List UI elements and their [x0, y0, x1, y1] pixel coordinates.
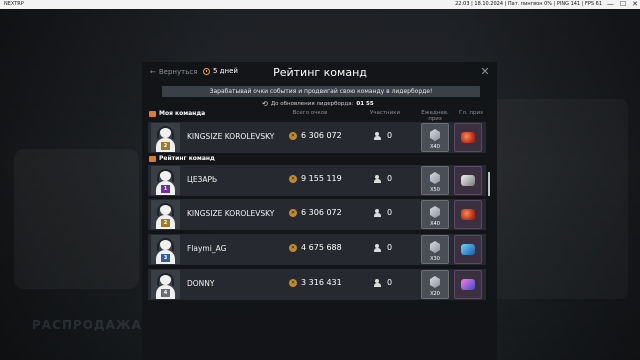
avatar: 2 — [151, 200, 180, 229]
team-members: 0 — [374, 243, 392, 252]
team-members: 0 — [374, 278, 392, 287]
daily-prize[interactable]: X20 — [421, 270, 449, 299]
main-prize[interactable] — [454, 270, 482, 299]
window-titlebar: NEXTRP 22:03 | 18.10.2024 | Пат. пингвон… — [0, 0, 640, 9]
timer-label: 5 дней — [213, 67, 238, 75]
column-main-prize: Гл. приз — [459, 110, 483, 116]
avatar: 1 — [151, 166, 180, 195]
table-row[interactable]: 1 ЦЕЗАРЬ ✕ 9 155 119 0 X50 — [148, 165, 486, 196]
column-members: Участники — [369, 110, 401, 116]
avatar: 2 — [151, 123, 180, 152]
members-icon — [374, 174, 384, 183]
status-text: 22:03 | 18.10.2024 | Пат. пингвон 0% | P… — [455, 1, 602, 7]
team-members: 0 — [374, 208, 392, 217]
points-coin-icon: ✕ — [289, 243, 297, 252]
main-prize[interactable] — [454, 200, 482, 229]
refresh-icon: ⟲ — [262, 100, 268, 108]
crystal-icon — [430, 206, 440, 218]
team-points: ✕ 6 306 072 — [289, 131, 342, 140]
red-gem-icon — [461, 132, 475, 143]
refresh-label: До обновления лидерборда: — [270, 101, 354, 107]
clock-icon — [203, 67, 210, 75]
arrow-left-icon: ← — [150, 68, 156, 76]
daily-prize[interactable]: X40 — [421, 200, 449, 229]
info-banner: Зарабатывай очки события и продвигай сво… — [162, 86, 480, 97]
table-row[interactable]: 4 DONNY ✕ 3 316 431 0 X20 — [148, 269, 486, 300]
team-points: ✕ 4 675 688 — [289, 243, 342, 252]
crystal-icon — [430, 241, 440, 253]
team-points: ✕ 6 306 072 — [289, 208, 342, 217]
page-title: Рейтинг команд — [273, 66, 367, 79]
rating-section: Рейтинг команд — [149, 155, 215, 162]
main-prize[interactable] — [454, 123, 482, 152]
table-row[interactable]: 2 KINGSIZE KOROLEVSKY ✕ 6 306 072 0 X40 — [148, 199, 486, 230]
members-icon — [374, 243, 384, 252]
crystal-icon — [430, 276, 440, 288]
daily-prize[interactable]: X50 — [421, 166, 449, 195]
column-daily-prize: Ежеднев. приз — [421, 110, 449, 122]
minimize-button[interactable]: — — [607, 0, 614, 9]
refresh-value: 01 55 — [356, 101, 374, 107]
members-icon — [374, 131, 384, 140]
red-gem-icon — [461, 209, 475, 220]
members-icon — [374, 208, 384, 217]
team-members: 0 — [374, 131, 392, 140]
my-team-row[interactable]: 2 KINGSIZE KOROLEVSKY ✕ 6 306 072 0 X40 — [148, 122, 486, 153]
table-row[interactable]: 3 Flaymi_AG ✕ 4 675 688 0 X30 — [148, 234, 486, 265]
rank-badge: 3 — [161, 254, 170, 262]
refresh-timer: ⟲ До обновления лидерборда: 01 55 — [262, 100, 374, 108]
members-icon — [374, 278, 384, 287]
scrollbar[interactable] — [488, 172, 490, 196]
close-button[interactable]: ✕ — [479, 66, 491, 78]
section-label: Моя команда — [159, 110, 206, 117]
column-points: Всего очков — [292, 110, 328, 116]
white-gem-icon — [461, 175, 475, 186]
background-shape — [488, 99, 628, 299]
blue-gem-icon — [461, 244, 475, 255]
daily-prize[interactable]: X40 — [421, 123, 449, 152]
back-label: Вернуться — [158, 68, 198, 76]
my-team-section: Моя команда — [149, 110, 205, 117]
daily-prize[interactable]: X30 — [421, 235, 449, 264]
team-points: ✕ 9 155 119 — [289, 174, 342, 183]
points-coin-icon: ✕ — [289, 278, 297, 287]
avatar: 3 — [151, 235, 180, 264]
team-icon — [149, 155, 156, 162]
main-prize[interactable] — [454, 166, 482, 195]
pink-gem-icon — [461, 279, 475, 290]
team-name: DONNY — [187, 279, 215, 288]
app-title: NEXTRP — [4, 1, 24, 7]
crystal-icon — [430, 129, 440, 141]
close-window-button[interactable]: ✕ — [632, 0, 638, 9]
points-coin-icon: ✕ — [289, 208, 297, 217]
background-shape — [14, 149, 139, 289]
points-coin-icon: ✕ — [289, 131, 297, 140]
team-icon — [149, 110, 156, 117]
rank-badge: 2 — [161, 219, 170, 227]
team-name: Flaymi_AG — [187, 244, 227, 253]
team-members: 0 — [374, 174, 392, 183]
background-sale-text: РАСПРОДАЖА! — [32, 318, 149, 332]
section-label: Рейтинг команд — [159, 155, 215, 162]
team-name: KINGSIZE KOROLEVSKY — [187, 132, 275, 141]
team-name: KINGSIZE KOROLEVSKY — [187, 209, 275, 218]
team-name: ЦЕЗАРЬ — [187, 175, 218, 184]
rank-badge: 4 — [161, 289, 170, 297]
points-coin-icon: ✕ — [289, 174, 297, 183]
back-button[interactable]: ← Вернуться — [150, 68, 197, 76]
event-timer: 5 дней — [203, 67, 238, 75]
maximize-button[interactable]: ☐ — [620, 0, 626, 9]
avatar: 4 — [151, 270, 180, 299]
rank-badge: 1 — [161, 185, 170, 193]
main-prize[interactable] — [454, 235, 482, 264]
crystal-icon — [430, 172, 440, 184]
team-points: ✕ 3 316 431 — [289, 278, 342, 287]
rank-badge: 2 — [161, 142, 170, 150]
